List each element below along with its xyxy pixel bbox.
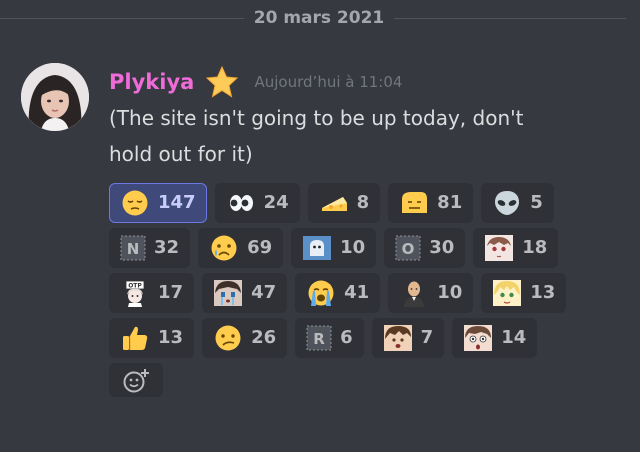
reaction-count: 41: [344, 282, 370, 303]
divider-date: 20 mars 2021: [253, 8, 385, 28]
reaction-count: 10: [340, 237, 366, 258]
pensive-face-icon: [122, 190, 148, 216]
reaction-count: 7: [420, 327, 434, 348]
avatar[interactable]: [21, 63, 89, 131]
svg-text:R: R: [313, 330, 325, 348]
reaction-row: [109, 363, 629, 405]
reaction-anime-sign[interactable]: OTP 17: [109, 273, 195, 313]
anime-blonde-icon: [493, 280, 522, 306]
timestamp[interactable]: Aujourd’hui à 11:04: [255, 73, 403, 91]
avatar-photo: [21, 63, 89, 131]
reaction-letter-o[interactable]: O 30: [384, 228, 466, 268]
reaction-count: 8: [356, 192, 370, 213]
svg-text:O: O: [402, 240, 415, 258]
reaction-pensive[interactable]: 147: [109, 183, 207, 223]
anime-crying-icon: [214, 280, 243, 306]
reaction-count: 147: [158, 192, 196, 213]
alien-icon: [495, 191, 520, 215]
anime-boy-icon: [383, 325, 412, 351]
eyes-icon: [229, 195, 253, 211]
anime-girl-icon: [485, 235, 514, 261]
date-divider: 20 mars 2021: [0, 8, 640, 28]
reaction-letter-r[interactable]: R 6: [295, 318, 364, 358]
message-header: Plykiya Aujourd’hui à 11:04: [109, 65, 403, 98]
flat-face-icon: [402, 192, 428, 213]
reaction-cheese[interactable]: 8: [307, 183, 381, 223]
add-reaction-icon: [123, 368, 149, 392]
divider-line: [394, 18, 626, 19]
crying-face-icon: [211, 235, 237, 261]
reaction-row: N 32 69 10 O 30 18: [109, 228, 629, 270]
add-reaction-button[interactable]: [109, 363, 163, 397]
reaction-ghost-sticker[interactable]: 10: [291, 228, 377, 268]
anime-sign-icon: OTP: [125, 280, 145, 307]
reaction-count: 81: [437, 192, 463, 213]
star-icon: [205, 65, 239, 98]
reaction-anime-girl[interactable]: 18: [473, 228, 559, 268]
reaction-row: 147 24 8 81 5: [109, 183, 629, 225]
reaction-anime-boy[interactable]: 7: [371, 318, 445, 358]
thumbs-up-icon: [123, 326, 148, 350]
reaction-row: 13 26 R 6 7 14: [109, 318, 629, 360]
reaction-loudly-crying[interactable]: 41: [295, 273, 381, 313]
reaction-count: 13: [158, 327, 184, 348]
reaction-bar: 147 24 8 81 5 N 32 69 10 O 30 18 OTP 17 …: [109, 183, 629, 408]
letter-r-icon: R: [306, 325, 332, 351]
loudly-crying-icon: [308, 280, 334, 306]
reaction-count: 5: [530, 192, 543, 213]
letter-o-icon: O: [395, 235, 421, 261]
reaction-count: 14: [501, 327, 527, 348]
reaction-eyes[interactable]: 24: [214, 183, 300, 223]
reaction-count: 6: [340, 327, 353, 348]
reaction-count: 13: [530, 282, 556, 303]
reaction-bald-man[interactable]: 10: [388, 273, 474, 313]
letter-n-icon: N: [120, 235, 146, 261]
reaction-count: 47: [251, 282, 277, 303]
reaction-count: 17: [158, 282, 184, 303]
reaction-count: 69: [247, 237, 273, 258]
divider-line: [0, 18, 244, 19]
svg-text:N: N: [127, 240, 140, 258]
reaction-flat-face[interactable]: 81: [388, 183, 474, 223]
reaction-count: 26: [251, 327, 277, 348]
reaction-anime-blonde[interactable]: 13: [481, 273, 567, 313]
reaction-count: 18: [522, 237, 548, 258]
bald-man-icon: [404, 281, 425, 307]
reaction-count: 30: [429, 237, 455, 258]
reaction-thumbs-up[interactable]: 13: [109, 318, 195, 358]
cheese-icon: [321, 197, 347, 211]
message-line: hold out for it): [109, 142, 253, 166]
ghost-sticker-icon: [303, 236, 332, 260]
reaction-row: OTP 17 47 41 10 13: [109, 273, 629, 315]
reaction-count: 24: [263, 192, 289, 213]
reaction-letter-n[interactable]: N 32: [109, 228, 191, 268]
confused-face-icon: [215, 325, 241, 351]
reaction-crying[interactable]: 69: [198, 228, 284, 268]
reaction-alien[interactable]: 5: [481, 183, 554, 223]
reaction-anime-crying[interactable]: 47: [202, 273, 288, 313]
anime-shocked-icon: [464, 325, 493, 351]
message-content: (The site isn't going to be up today, do…: [109, 100, 609, 172]
reaction-count: 10: [437, 282, 463, 303]
message-line: (The site isn't going to be up today, do…: [109, 106, 524, 130]
reaction-count: 32: [154, 237, 180, 258]
reaction-confused[interactable]: 26: [202, 318, 288, 358]
reaction-anime-shocked[interactable]: 14: [452, 318, 538, 358]
svg-text:OTP: OTP: [128, 283, 142, 290]
username[interactable]: Plykiya: [109, 70, 194, 94]
